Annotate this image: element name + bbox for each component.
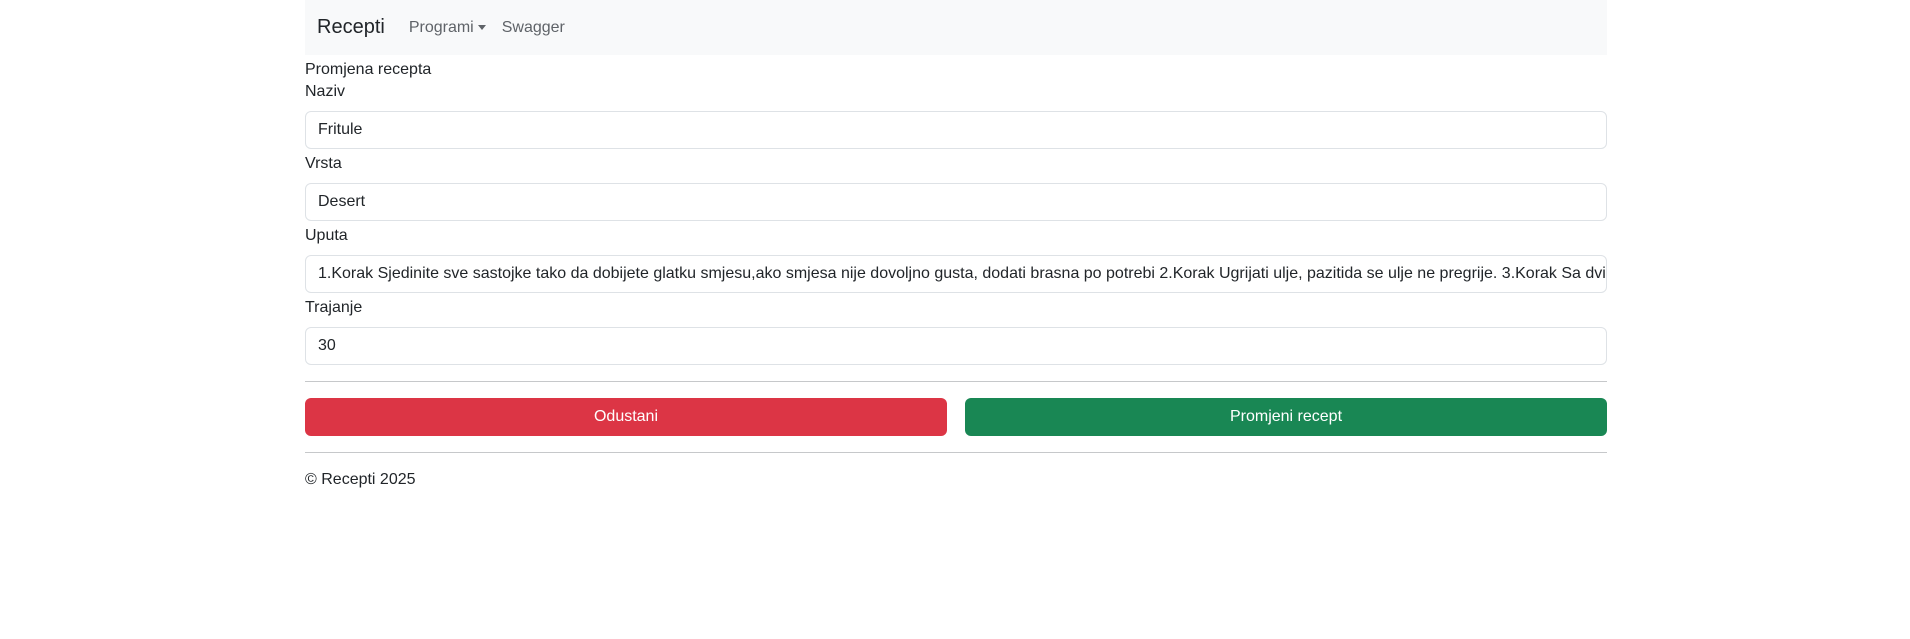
naziv-input[interactable]: Fritule: [305, 111, 1607, 149]
nav-programs-label: Programi: [408, 18, 474, 36]
nav-programs-dropdown[interactable]: Programi: [409, 19, 486, 37]
page-title: Promjena recepta: [305, 61, 432, 78]
footer-divider: [305, 452, 1607, 453]
save-recipe-button[interactable]: Promjeni recept: [965, 398, 1607, 436]
divider: [305, 381, 1607, 382]
footer: © Recepti 2025: [305, 471, 416, 488]
vrsta-label: Vrsta: [305, 155, 342, 172]
uputa-label: Uputa: [305, 227, 348, 244]
form-actions: Odustani Promjeni recept: [305, 398, 1607, 436]
page-container: Recepti Programi Swagger Promjena recept…: [305, 0, 1607, 489]
trajanje-label: Trajanje: [305, 299, 363, 316]
edit-recipe-form: Naziv Fritule Vrsta Desert Uputa 1.Korak…: [305, 81, 1607, 436]
cancel-button[interactable]: Odustani: [305, 398, 947, 436]
uputa-input[interactable]: 1.Korak Sjedinite sve sastojke tako da d…: [305, 255, 1607, 293]
caret-down-icon: [477, 25, 486, 30]
brand-link[interactable]: Recepti: [317, 16, 385, 39]
vrsta-input[interactable]: Desert: [305, 183, 1607, 221]
naziv-label: Naziv: [305, 83, 346, 100]
nav-swagger-link[interactable]: Swagger: [502, 19, 565, 37]
navbar: Recepti Programi Swagger: [305, 0, 1607, 55]
trajanje-input[interactable]: 30: [305, 327, 1607, 365]
